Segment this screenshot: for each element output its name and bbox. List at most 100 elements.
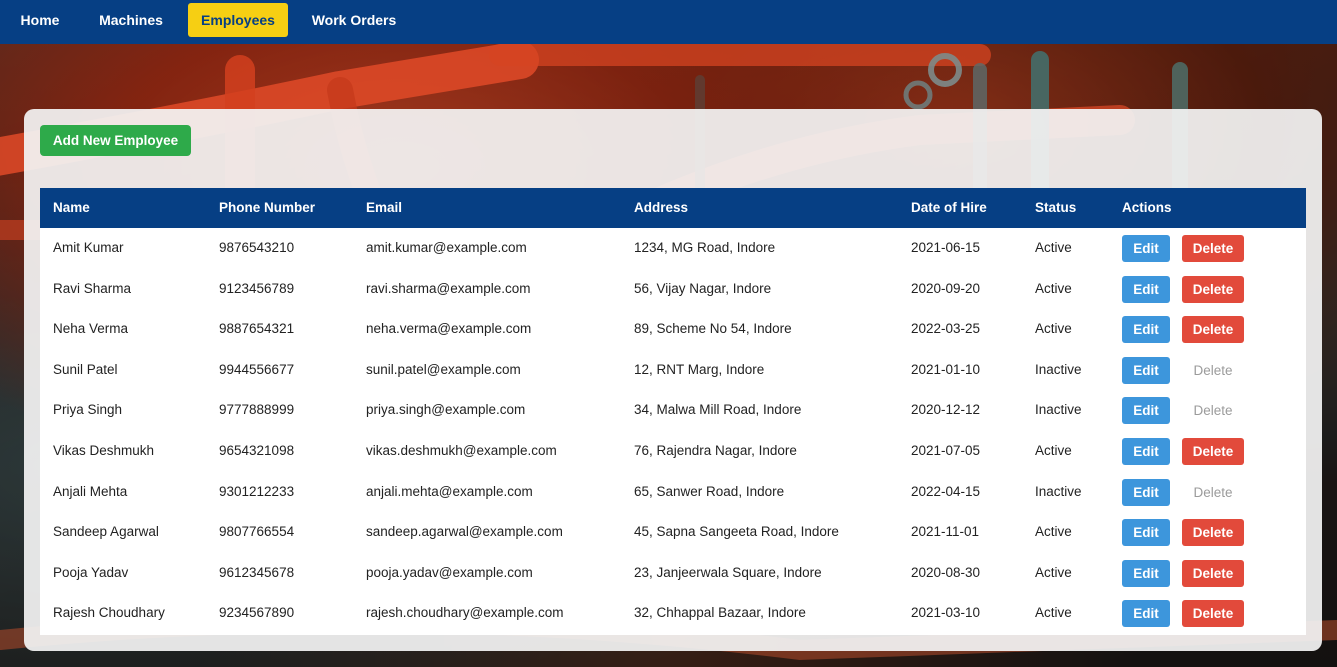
delete-button[interactable]: Delete <box>1182 519 1244 547</box>
cell-date-of-hire: 2021-06-15 <box>911 240 981 255</box>
cell-date-of-hire: 2020-12-12 <box>911 402 981 418</box>
nav-machines[interactable]: Machines <box>90 3 172 37</box>
cell-name: Rajesh Choudhary <box>53 605 165 621</box>
nav-home[interactable]: Home <box>8 3 72 37</box>
cell-phone: 9807766554 <box>219 524 295 540</box>
table-row: Neha Verma 9887654321 neha.verma@example.c… <box>40 309 1306 350</box>
table-row: Rajesh Choudhary 9234567890 rajesh.choudha… <box>40 593 1306 634</box>
edit-button[interactable]: Edit <box>1122 437 1170 465</box>
cell-name: Vikas Deshmukh <box>53 442 155 458</box>
cell-address: 12, RNT Marg, Indore <box>634 361 765 377</box>
cell-status: Inactive <box>1035 361 1082 377</box>
delete-button[interactable]: Delete <box>1182 235 1244 262</box>
cell-name: Anjali Mehta <box>53 483 128 499</box>
cell-date-of-hire: 2021-03-10 <box>911 605 981 621</box>
edit-button[interactable]: Edit <box>1122 356 1170 384</box>
edit-button[interactable]: Edit <box>1122 316 1170 344</box>
cell-date-of-hire: 2021-11-01 <box>911 524 980 540</box>
cell-status: Active <box>1035 442 1072 458</box>
table-row: Sunil Patel 9944556677 sunil.patel@example… <box>40 350 1306 391</box>
cell-phone: 9944556677 <box>219 361 295 377</box>
delete-button[interactable]: Delete <box>1182 316 1244 344</box>
cell-email: sunil.patel@example.com <box>366 361 521 377</box>
cell-status: Active <box>1035 564 1072 580</box>
delete-button-disabled: Delete <box>1182 479 1244 506</box>
cell-date-of-hire: 2021-07-05 <box>911 442 981 458</box>
cell-status: Active <box>1035 605 1072 621</box>
cell-address: 65, Sanwer Road, Indore <box>634 483 785 499</box>
cell-address: 56, Vijay Nagar, Indore <box>634 280 772 296</box>
cell-status: Inactive <box>1035 402 1082 418</box>
cell-name: Pooja Yadav <box>53 564 129 580</box>
cell-email: ravi.sharma@example.com <box>366 280 531 296</box>
employees-panel: Add New Employee Name Phone Number Email… <box>24 109 1322 651</box>
cell-phone: 9887654321 <box>219 321 295 337</box>
cell-email: anjali.mehta@example.com <box>366 483 533 499</box>
cell-date-of-hire: 2022-03-25 <box>911 321 981 337</box>
cell-address: 34, Malwa Mill Road, Indore <box>634 402 802 418</box>
column-header-status: Status <box>1035 200 1077 215</box>
cell-name: Amit Kumar <box>53 240 124 255</box>
cell-phone: 9234567890 <box>219 605 295 621</box>
column-header-phone: Phone Number <box>219 200 316 215</box>
edit-button[interactable]: Edit <box>1122 559 1170 587</box>
cell-email: neha.verma@example.com <box>366 321 532 337</box>
cell-status: Active <box>1035 321 1072 337</box>
edit-button[interactable]: Edit <box>1122 519 1170 547</box>
table-row: Sandeep Agarwal 9807766554 sandeep.agarwal… <box>40 512 1306 553</box>
delete-button-disabled: Delete <box>1182 357 1244 384</box>
edit-button[interactable]: Edit <box>1122 235 1170 262</box>
add-new-employee-button[interactable]: Add New Employee <box>40 125 191 156</box>
cell-address: 76, Rajendra Nagar, Indore <box>634 442 797 458</box>
cell-email: rajesh.choudhary@example.com <box>366 605 564 621</box>
cell-name: Ravi Sharma <box>53 280 132 296</box>
cell-email: vikas.deshmukh@example.com <box>366 442 557 458</box>
cell-status: Active <box>1035 280 1072 296</box>
cell-date-of-hire: 2020-08-30 <box>911 564 981 580</box>
cell-name: Sunil Patel <box>53 361 118 377</box>
cell-phone: 9777888999 <box>219 402 295 418</box>
cell-status: Active <box>1035 240 1072 255</box>
cell-address: 32, Chhappal Bazaar, Indore <box>634 605 806 621</box>
cell-phone: 9876543210 <box>219 240 295 255</box>
table-row: Anjali Mehta 9301212233 anjali.mehta@examp… <box>40 472 1306 513</box>
table-row: Vikas Deshmukh 9654321098 vikas.deshmukh@e… <box>40 431 1306 472</box>
delete-button[interactable]: Delete <box>1182 437 1244 465</box>
cell-phone: 9654321098 <box>219 442 295 458</box>
cell-name: Priya Singh <box>53 402 123 418</box>
cell-phone: 9123456789 <box>219 280 295 296</box>
delete-button[interactable]: Delete <box>1182 600 1244 628</box>
cell-name: Neha Verma <box>53 321 129 337</box>
cell-address: 23, Janjeerwala Square, Indore <box>634 564 822 580</box>
cell-status: Inactive <box>1035 483 1082 499</box>
cell-email: amit.kumar@example.com <box>366 240 527 255</box>
table-row: Pooja Yadav 9612345678 pooja.yadav@example… <box>40 553 1306 594</box>
cell-phone: 9612345678 <box>219 564 295 580</box>
cell-address: 89, Scheme No 54, Indore <box>634 321 792 337</box>
column-header-email: Email <box>366 200 403 215</box>
column-header-name: Name <box>53 200 90 215</box>
edit-button[interactable]: Edit <box>1122 478 1170 506</box>
table-row: Ravi Sharma 9123456789 ravi.sharma@example… <box>40 269 1306 310</box>
cell-email: pooja.yadav@example.com <box>366 564 533 580</box>
cell-address: 1234, MG Road, Indore <box>634 240 776 255</box>
employees-table: Name Phone Number Email Address Date of … <box>40 188 1306 635</box>
table-row: Priya Singh 9777888999 priya.singh@example… <box>40 390 1306 431</box>
cell-status: Active <box>1035 524 1072 540</box>
cell-email: priya.singh@example.com <box>366 402 526 418</box>
delete-button[interactable]: Delete <box>1182 559 1244 587</box>
cell-phone: 9301212233 <box>219 483 295 499</box>
table-header: Name Phone Number Email Address Date of … <box>40 188 1306 228</box>
cell-name: Sandeep Agarwal <box>53 524 159 540</box>
edit-button[interactable]: Edit <box>1122 275 1170 303</box>
cell-date-of-hire: 2021-01-10 <box>911 361 981 377</box>
column-header-date-of-hire: Date of Hire <box>911 200 987 215</box>
delete-button[interactable]: Delete <box>1182 275 1244 303</box>
nav-employees[interactable]: Employees <box>188 3 288 37</box>
edit-button[interactable]: Edit <box>1122 397 1170 425</box>
delete-button-disabled: Delete <box>1182 397 1244 424</box>
edit-button[interactable]: Edit <box>1122 600 1170 628</box>
top-navbar: Home Machines Employees Work Orders <box>0 0 1337 44</box>
nav-work-orders[interactable]: Work Orders <box>302 3 406 37</box>
table-body: Amit Kumar 9876543210 amit.kumar@example.c… <box>40 228 1306 634</box>
